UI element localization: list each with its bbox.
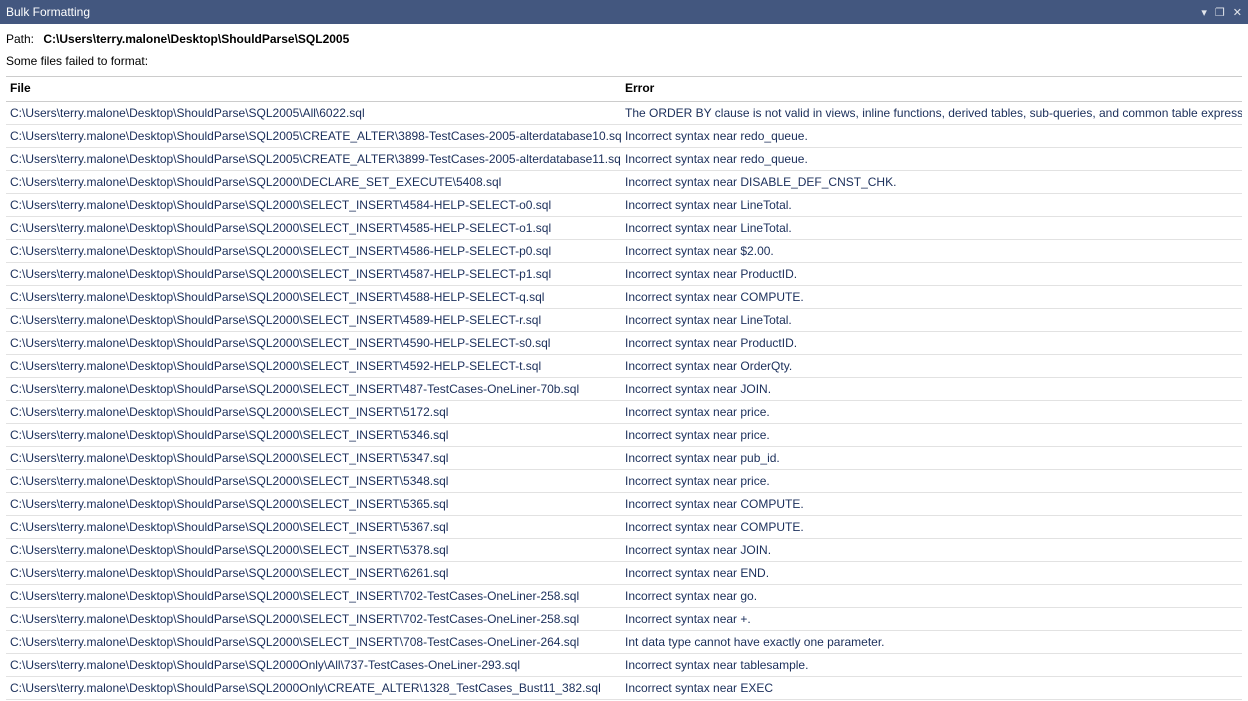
cell-error: Incorrect syntax near LineTotal.: [621, 309, 1242, 332]
table-row[interactable]: C:\Users\terry.malone\Desktop\ShouldPars…: [6, 654, 1242, 677]
table-row[interactable]: C:\Users\terry.malone\Desktop\ShouldPars…: [6, 171, 1242, 194]
cell-error: Incorrect syntax near LineTotal.: [621, 194, 1242, 217]
column-header-file[interactable]: File: [6, 77, 621, 102]
window-dropdown-icon[interactable]: ▾: [1201, 6, 1207, 19]
cell-error: Incorrect syntax near LineTotal.: [621, 217, 1242, 240]
cell-file: C:\Users\terry.malone\Desktop\ShouldPars…: [6, 401, 621, 424]
table-row[interactable]: C:\Users\terry.malone\Desktop\ShouldPars…: [6, 286, 1242, 309]
cell-error: Incorrect syntax near OrderQty.: [621, 355, 1242, 378]
cell-file: C:\Users\terry.malone\Desktop\ShouldPars…: [6, 148, 621, 171]
cell-file: C:\Users\terry.malone\Desktop\ShouldPars…: [6, 309, 621, 332]
window-controls: ▾ ❐ ✕: [1201, 6, 1242, 19]
cell-file: C:\Users\terry.malone\Desktop\ShouldPars…: [6, 516, 621, 539]
table-row[interactable]: C:\Users\terry.malone\Desktop\ShouldPars…: [6, 102, 1242, 125]
cell-file: C:\Users\terry.malone\Desktop\ShouldPars…: [6, 355, 621, 378]
table-row[interactable]: C:\Users\terry.malone\Desktop\ShouldPars…: [6, 562, 1242, 585]
cell-file: C:\Users\terry.malone\Desktop\ShouldPars…: [6, 493, 621, 516]
cell-error: Incorrect syntax near COMPUTE.: [621, 493, 1242, 516]
cell-error: Incorrect syntax near EXEC: [621, 677, 1242, 700]
cell-error: Incorrect syntax near JOIN.: [621, 539, 1242, 562]
cell-file: C:\Users\terry.malone\Desktop\ShouldPars…: [6, 217, 621, 240]
cell-file: C:\Users\terry.malone\Desktop\ShouldPars…: [6, 263, 621, 286]
cell-error: Incorrect syntax near pub_id.: [621, 447, 1242, 470]
cell-error: Incorrect syntax near tablesample.: [621, 654, 1242, 677]
table-row[interactable]: C:\Users\terry.malone\Desktop\ShouldPars…: [6, 148, 1242, 171]
cell-error: Incorrect syntax near price.: [621, 424, 1242, 447]
cell-file: C:\Users\terry.malone\Desktop\ShouldPars…: [6, 562, 621, 585]
cell-error: The ORDER BY clause is not valid in view…: [621, 102, 1242, 125]
titlebar: Bulk Formatting ▾ ❐ ✕: [0, 0, 1248, 24]
table-row[interactable]: C:\Users\terry.malone\Desktop\ShouldPars…: [6, 309, 1242, 332]
cell-file: C:\Users\terry.malone\Desktop\ShouldPars…: [6, 424, 621, 447]
table-row[interactable]: C:\Users\terry.malone\Desktop\ShouldPars…: [6, 470, 1242, 493]
cell-file: C:\Users\terry.malone\Desktop\ShouldPars…: [6, 654, 621, 677]
cell-error: Incorrect syntax near redo_queue.: [621, 125, 1242, 148]
table-row[interactable]: C:\Users\terry.malone\Desktop\ShouldPars…: [6, 378, 1242, 401]
cell-file: C:\Users\terry.malone\Desktop\ShouldPars…: [6, 171, 621, 194]
table-row[interactable]: C:\Users\terry.malone\Desktop\ShouldPars…: [6, 585, 1242, 608]
window-close-icon[interactable]: ✕: [1233, 6, 1242, 19]
window-title: Bulk Formatting: [6, 5, 90, 19]
results-table: File Error C:\Users\terry.malone\Desktop…: [6, 77, 1242, 700]
table-row[interactable]: C:\Users\terry.malone\Desktop\ShouldPars…: [6, 240, 1242, 263]
window-restore-icon[interactable]: ❐: [1215, 6, 1225, 19]
cell-error: Incorrect syntax near ProductID.: [621, 263, 1242, 286]
table-row[interactable]: C:\Users\terry.malone\Desktop\ShouldPars…: [6, 447, 1242, 470]
path-row: Path: C:\Users\terry.malone\Desktop\Shou…: [0, 24, 1248, 50]
table-row[interactable]: C:\Users\terry.malone\Desktop\ShouldPars…: [6, 493, 1242, 516]
cell-error: Incorrect syntax near go.: [621, 585, 1242, 608]
table-row[interactable]: C:\Users\terry.malone\Desktop\ShouldPars…: [6, 516, 1242, 539]
path-value: C:\Users\terry.malone\Desktop\ShouldPars…: [43, 32, 349, 46]
path-label: Path:: [6, 32, 34, 46]
table-row[interactable]: C:\Users\terry.malone\Desktop\ShouldPars…: [6, 217, 1242, 240]
cell-file: C:\Users\terry.malone\Desktop\ShouldPars…: [6, 194, 621, 217]
cell-file: C:\Users\terry.malone\Desktop\ShouldPars…: [6, 677, 621, 700]
cell-error: Incorrect syntax near redo_queue.: [621, 148, 1242, 171]
cell-error: Incorrect syntax near price.: [621, 470, 1242, 493]
table-row[interactable]: C:\Users\terry.malone\Desktop\ShouldPars…: [6, 608, 1242, 631]
cell-file: C:\Users\terry.malone\Desktop\ShouldPars…: [6, 125, 621, 148]
cell-file: C:\Users\terry.malone\Desktop\ShouldPars…: [6, 585, 621, 608]
cell-file: C:\Users\terry.malone\Desktop\ShouldPars…: [6, 608, 621, 631]
table-row[interactable]: C:\Users\terry.malone\Desktop\ShouldPars…: [6, 355, 1242, 378]
cell-file: C:\Users\terry.malone\Desktop\ShouldPars…: [6, 470, 621, 493]
cell-file: C:\Users\terry.malone\Desktop\ShouldPars…: [6, 447, 621, 470]
cell-error: Incorrect syntax near COMPUTE.: [621, 516, 1242, 539]
table-row[interactable]: C:\Users\terry.malone\Desktop\ShouldPars…: [6, 677, 1242, 700]
table-row[interactable]: C:\Users\terry.malone\Desktop\ShouldPars…: [6, 263, 1242, 286]
cell-error: Int data type cannot have exactly one pa…: [621, 631, 1242, 654]
cell-error: Incorrect syntax near DISABLE_DEF_CNST_C…: [621, 171, 1242, 194]
cell-file: C:\Users\terry.malone\Desktop\ShouldPars…: [6, 631, 621, 654]
cell-file: C:\Users\terry.malone\Desktop\ShouldPars…: [6, 332, 621, 355]
content-area: Path: C:\Users\terry.malone\Desktop\Shou…: [0, 24, 1248, 701]
cell-error: Incorrect syntax near +.: [621, 608, 1242, 631]
table-row[interactable]: C:\Users\terry.malone\Desktop\ShouldPars…: [6, 125, 1242, 148]
cell-file: C:\Users\terry.malone\Desktop\ShouldPars…: [6, 539, 621, 562]
cell-file: C:\Users\terry.malone\Desktop\ShouldPars…: [6, 378, 621, 401]
results-table-scroll[interactable]: File Error C:\Users\terry.malone\Desktop…: [6, 76, 1242, 701]
table-row[interactable]: C:\Users\terry.malone\Desktop\ShouldPars…: [6, 424, 1242, 447]
table-row[interactable]: C:\Users\terry.malone\Desktop\ShouldPars…: [6, 401, 1242, 424]
cell-error: Incorrect syntax near price.: [621, 401, 1242, 424]
cell-error: Incorrect syntax near END.: [621, 562, 1242, 585]
cell-error: Incorrect syntax near ProductID.: [621, 332, 1242, 355]
table-row[interactable]: C:\Users\terry.malone\Desktop\ShouldPars…: [6, 539, 1242, 562]
table-row[interactable]: C:\Users\terry.malone\Desktop\ShouldPars…: [6, 332, 1242, 355]
cell-error: Incorrect syntax near $2.00.: [621, 240, 1242, 263]
cell-file: C:\Users\terry.malone\Desktop\ShouldPars…: [6, 240, 621, 263]
cell-error: Incorrect syntax near COMPUTE.: [621, 286, 1242, 309]
cell-file: C:\Users\terry.malone\Desktop\ShouldPars…: [6, 102, 621, 125]
table-row[interactable]: C:\Users\terry.malone\Desktop\ShouldPars…: [6, 194, 1242, 217]
column-header-error[interactable]: Error: [621, 77, 1242, 102]
cell-file: C:\Users\terry.malone\Desktop\ShouldPars…: [6, 286, 621, 309]
cell-error: Incorrect syntax near JOIN.: [621, 378, 1242, 401]
status-message: Some files failed to format:: [0, 50, 1248, 76]
table-row[interactable]: C:\Users\terry.malone\Desktop\ShouldPars…: [6, 631, 1242, 654]
